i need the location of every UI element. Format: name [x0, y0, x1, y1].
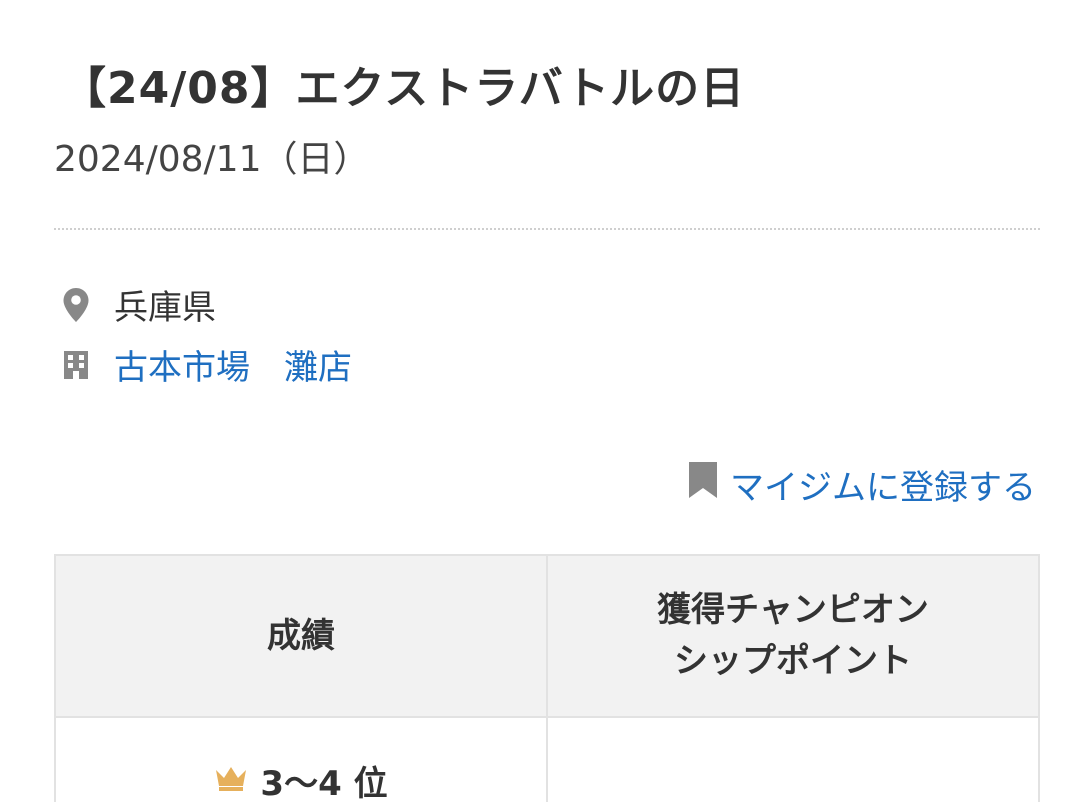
event-date: 2024/08/11（日） [54, 139, 370, 180]
table-row: 3〜4 位 [56, 718, 1038, 802]
bookmark-icon [688, 461, 718, 508]
divider [54, 228, 1040, 230]
prefecture-row: 兵庫県 [60, 280, 216, 329]
event-detail-page: 【24/08】エクストラバトルの日 2024/08/11（日） 兵庫県 古本市場… [0, 0, 1080, 802]
building-icon [60, 347, 92, 383]
store-link[interactable]: 古本市場 灘店 [114, 340, 352, 389]
register-mygym-link[interactable]: マイジムに登録する [688, 460, 1036, 509]
results-header-row: 成績 獲得チャンピオン シップポイント [56, 556, 1038, 718]
location-pin-icon [60, 287, 92, 323]
prefecture-label: 兵庫県 [114, 288, 216, 328]
header-points: 獲得チャンピオン シップポイント [657, 590, 929, 681]
store-row: 古本市場 灘店 [60, 340, 352, 389]
event-title: 【24/08】エクストラバトルの日 [62, 63, 746, 114]
result-cell: 3〜4 位 [56, 718, 548, 802]
rank-display: 3〜4 位 [214, 756, 388, 802]
results-table: 成績 獲得チャンピオン シップポイント 3〜4 位 [54, 554, 1040, 802]
crown-icon [214, 761, 248, 801]
rank-label: 3〜4 位 [260, 764, 388, 802]
points-cell [548, 718, 1038, 802]
register-mygym-label: マイジムに登録する [730, 468, 1036, 508]
header-result: 成績 [56, 556, 548, 716]
